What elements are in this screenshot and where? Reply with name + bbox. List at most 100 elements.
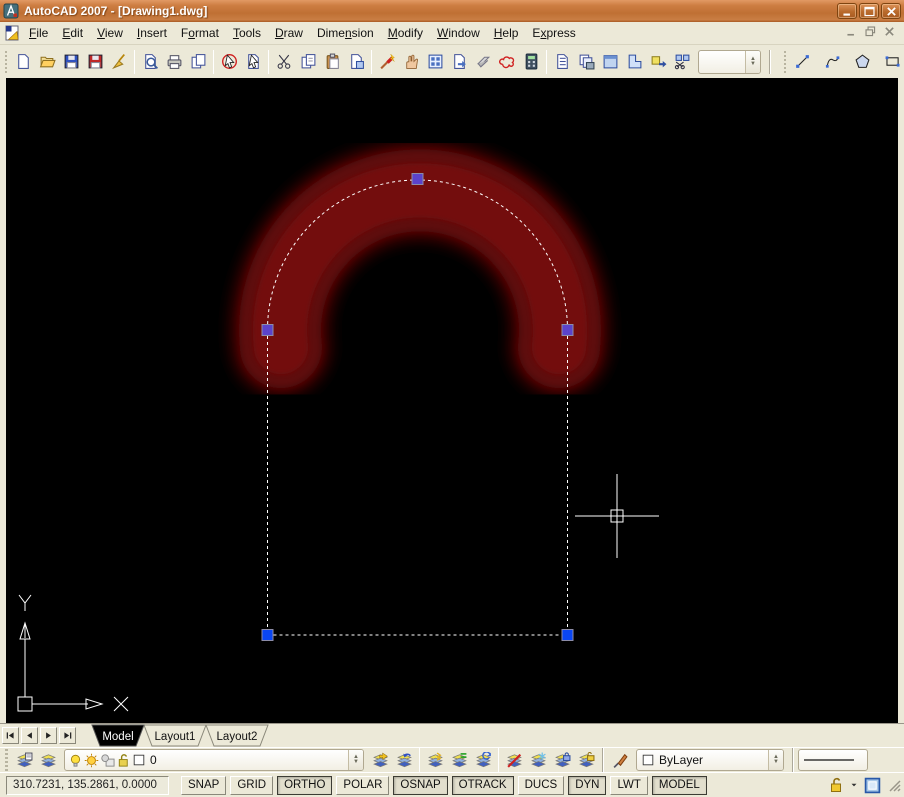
- tab-layout2-label[interactable]: Layout2: [217, 731, 258, 743]
- layer-lock-button[interactable]: [550, 749, 574, 771]
- toolbar-lock-icon[interactable]: [828, 777, 844, 793]
- markup-cloud-button[interactable]: [495, 50, 519, 74]
- menu-express[interactable]: Express: [525, 23, 582, 43]
- line-button[interactable]: [790, 50, 814, 74]
- menu-help[interactable]: Help: [487, 23, 526, 43]
- make-current-button[interactable]: [368, 749, 392, 771]
- pointer-button[interactable]: [241, 50, 265, 74]
- status-toggle-polar[interactable]: POLAR: [336, 775, 390, 795]
- block-snippet-button[interactable]: [670, 50, 694, 74]
- menu-modify[interactable]: Modify: [381, 23, 430, 43]
- linetype-combo[interactable]: [798, 749, 868, 771]
- mdi-close-button[interactable]: [883, 25, 896, 41]
- status-toggle-snap[interactable]: SNAP: [181, 775, 227, 795]
- tab-model-label[interactable]: Model: [102, 731, 133, 743]
- tool-palettes-button[interactable]: [598, 50, 622, 74]
- layer-update-button[interactable]: [471, 749, 495, 771]
- paste-button[interactable]: [320, 50, 344, 74]
- menu-dimension[interactable]: Dimension: [310, 23, 381, 43]
- save-button[interactable]: [59, 50, 83, 74]
- workspace-combo[interactable]: ▲ ▼: [698, 49, 761, 74]
- polyline-button[interactable]: [820, 50, 844, 74]
- menu-window[interactable]: Window: [430, 23, 487, 43]
- publish-button[interactable]: [186, 50, 210, 74]
- eraser-button[interactable]: [471, 50, 495, 74]
- menu-insert[interactable]: Insert: [130, 23, 174, 43]
- color-combo[interactable]: ByLayer ▲ ▼: [636, 749, 784, 771]
- combo-spinner-icon[interactable]: ▲ ▼: [744, 50, 760, 73]
- menu-draw[interactable]: Draw: [268, 23, 310, 43]
- pointer-red-button[interactable]: [217, 50, 241, 74]
- mdi-restore-button[interactable]: [864, 25, 877, 41]
- tab-nav-next-button[interactable]: [40, 727, 57, 744]
- menu-format[interactable]: Format: [174, 23, 226, 43]
- grip-handle[interactable]: [561, 324, 574, 336]
- layer-combo[interactable]: 0 ▲ ▼: [64, 749, 364, 771]
- bulb-icon[interactable]: [68, 753, 83, 768]
- menu-file[interactable]: File: [22, 23, 55, 43]
- brush-button[interactable]: [608, 749, 632, 771]
- model-space-view[interactable]: [6, 78, 898, 723]
- image-attach-button[interactable]: [447, 50, 471, 74]
- match-properties-button[interactable]: [375, 50, 399, 74]
- close-button[interactable]: [881, 3, 901, 19]
- layer-walk-button[interactable]: [423, 749, 447, 771]
- status-toggle-ortho[interactable]: ORTHO: [277, 775, 333, 795]
- toolbar-grip[interactable]: [783, 50, 786, 73]
- drawing-canvas[interactable]: [6, 78, 898, 723]
- status-toggle-osnap[interactable]: OSNAP: [393, 775, 448, 795]
- resize-grip[interactable]: [886, 777, 902, 793]
- layer-previous-button[interactable]: [392, 749, 416, 771]
- grip-handle[interactable]: [261, 324, 274, 336]
- layer-unlock-button[interactable]: [574, 749, 598, 771]
- padlock-open-icon[interactable]: [116, 753, 131, 768]
- sweep-button[interactable]: [107, 50, 131, 74]
- grip-handle[interactable]: [561, 629, 574, 641]
- paste-special-button[interactable]: [344, 50, 368, 74]
- status-toggle-dyn[interactable]: DYN: [568, 775, 607, 795]
- combo-spinner-icon[interactable]: ▲ ▼: [348, 750, 363, 770]
- status-toggle-model[interactable]: MODEL: [651, 775, 707, 795]
- maximize-button[interactable]: [859, 3, 879, 19]
- menu-edit[interactable]: Edit: [55, 23, 90, 43]
- tab-layout1-label[interactable]: Layout1: [155, 731, 196, 743]
- combo-spinner-icon[interactable]: ▲ ▼: [768, 750, 783, 770]
- sun-icon[interactable]: [84, 753, 99, 768]
- xref-palette-button[interactable]: [423, 50, 447, 74]
- layer-properties-button[interactable]: [12, 749, 36, 771]
- clean-screen-icon[interactable]: [864, 777, 881, 794]
- copy-button[interactable]: [296, 50, 320, 74]
- block-editor-button[interactable]: [399, 50, 423, 74]
- designcenter-button[interactable]: [574, 50, 598, 74]
- quickcalc-button[interactable]: [519, 50, 543, 74]
- refedit-button[interactable]: [646, 50, 670, 74]
- menu-view[interactable]: View: [90, 23, 130, 43]
- status-toggle-lwt[interactable]: LWT: [610, 775, 648, 795]
- layers-button[interactable]: [36, 749, 60, 771]
- open-button[interactable]: [35, 50, 59, 74]
- sun-vp-icon[interactable]: [100, 753, 115, 768]
- layer-freeze-button[interactable]: [526, 749, 550, 771]
- tab-nav-prev-button[interactable]: [21, 727, 38, 744]
- save-red-button[interactable]: [83, 50, 107, 74]
- layer-off-button[interactable]: [502, 749, 526, 771]
- swatch-icon[interactable]: [132, 753, 146, 767]
- new-button[interactable]: [11, 50, 35, 74]
- chevron-down-icon[interactable]: [849, 780, 859, 790]
- status-toggle-ducs[interactable]: DUCS: [517, 775, 565, 795]
- minimize-button[interactable]: [837, 3, 857, 19]
- grip-handle[interactable]: [411, 173, 424, 185]
- toolbar-grip[interactable]: [5, 50, 8, 73]
- sheetset-manager-button[interactable]: [622, 50, 646, 74]
- grip-handle[interactable]: [261, 629, 274, 641]
- polygon-button[interactable]: [850, 50, 874, 74]
- plot-button[interactable]: [162, 50, 186, 74]
- tab-nav-last-button[interactable]: [59, 727, 76, 744]
- menu-tools[interactable]: Tools: [226, 23, 268, 43]
- toolbar-grip[interactable]: [5, 749, 8, 771]
- layer-match-button[interactable]: [447, 749, 471, 771]
- status-toggle-otrack[interactable]: OTRACK: [451, 775, 514, 795]
- plot-preview-button[interactable]: [138, 50, 162, 74]
- mdi-minimize-button[interactable]: [845, 25, 858, 41]
- cut-button[interactable]: [272, 50, 296, 74]
